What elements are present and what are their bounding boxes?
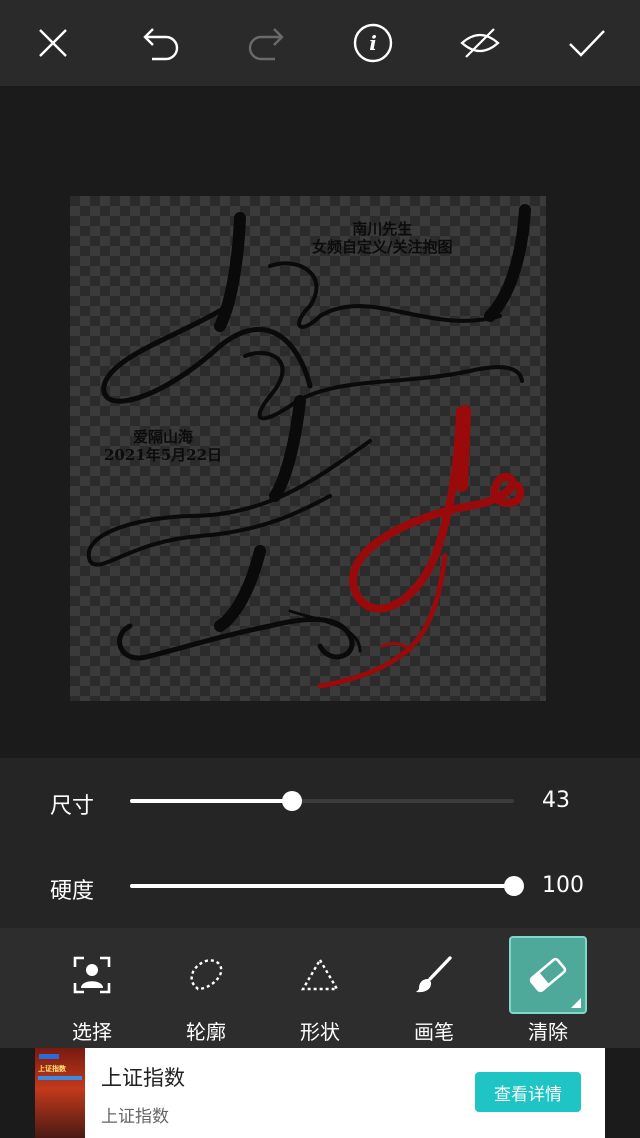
undo-icon: [143, 28, 179, 61]
ad-detail-button[interactable]: 查看详情: [475, 1072, 581, 1112]
redo-icon: [248, 28, 284, 61]
info-icon: i: [353, 23, 393, 63]
tool-select-label: 选择: [72, 1020, 112, 1044]
art-text-top-line2: 女频自定义/关注抱图: [312, 238, 453, 256]
ad-thumbnail: 上证指数: [35, 1048, 85, 1138]
size-slider-knob[interactable]: [282, 791, 302, 811]
check-icon: [569, 30, 605, 57]
size-slider-row: 尺寸 43: [0, 780, 640, 820]
size-value: 43: [542, 788, 570, 813]
undo-button[interactable]: [135, 18, 185, 68]
art-text-top-line1: 南川先生: [352, 220, 413, 238]
tool-eraser[interactable]: 清除: [508, 936, 588, 1044]
ad-title: 上证指数: [101, 1066, 185, 1090]
brush-icon: [395, 936, 473, 1014]
canvas-area[interactable]: 南川先生 女频自定义/关注抱图 爱隔山海 2021年5月22日: [0, 86, 640, 758]
tool-select[interactable]: 选择: [52, 936, 132, 1044]
slider-panel: 尺寸 43 硬度 100: [0, 758, 640, 928]
tool-shape[interactable]: 形状: [280, 936, 360, 1044]
hardness-slider[interactable]: [130, 876, 524, 896]
art-text-left-line2: 2021年5月22日: [104, 446, 223, 464]
hardness-slider-fill: [130, 884, 514, 888]
close-button[interactable]: [28, 18, 78, 68]
transparent-canvas[interactable]: 南川先生 女频自定义/关注抱图 爱隔山海 2021年5月22日: [70, 196, 546, 701]
shape-triangle-icon: [281, 936, 359, 1014]
redo-button[interactable]: [242, 18, 292, 68]
ad-thumb-tag: [39, 1054, 59, 1059]
tool-eraser-label: 清除: [528, 1020, 568, 1044]
lasso-icon: [167, 936, 245, 1014]
info-button[interactable]: i: [348, 18, 398, 68]
tool-lasso[interactable]: 轮廓: [166, 936, 246, 1044]
ad-thumb-bar: [38, 1076, 82, 1080]
hardness-label: 硬度: [50, 879, 95, 904]
size-label: 尺寸: [50, 794, 95, 819]
hide-icon: [460, 28, 500, 58]
tool-shape-label: 形状: [300, 1020, 340, 1044]
hardness-slider-knob[interactable]: [504, 876, 524, 896]
top-toolbar: i: [0, 0, 640, 86]
confirm-button[interactable]: [562, 18, 612, 68]
eraser-icon: [509, 936, 587, 1014]
hardness-slider-row: 硬度 100: [0, 865, 640, 905]
svg-text:i: i: [369, 31, 377, 55]
ad-subtitle: 上证指数: [101, 1107, 169, 1127]
close-icon: [39, 29, 67, 57]
tool-brush-label: 画笔: [414, 1020, 454, 1044]
hardness-value: 100: [542, 873, 584, 898]
ad-banner[interactable]: 上证指数 上证指数 上证指数 查看详情: [35, 1048, 605, 1138]
tool-brush[interactable]: 画笔: [394, 936, 474, 1044]
select-person-icon: [53, 936, 131, 1014]
ad-thumb-text: 上证指数: [38, 1065, 66, 1073]
hide-button[interactable]: [455, 18, 505, 68]
tool-bar: 选择 轮廓 形状 画笔 清除: [0, 928, 640, 1048]
tool-lasso-label: 轮廓: [186, 1020, 226, 1044]
size-slider[interactable]: [130, 791, 514, 811]
art-text-left-line1: 爱隔山海: [133, 428, 194, 446]
size-slider-fill: [130, 799, 292, 803]
